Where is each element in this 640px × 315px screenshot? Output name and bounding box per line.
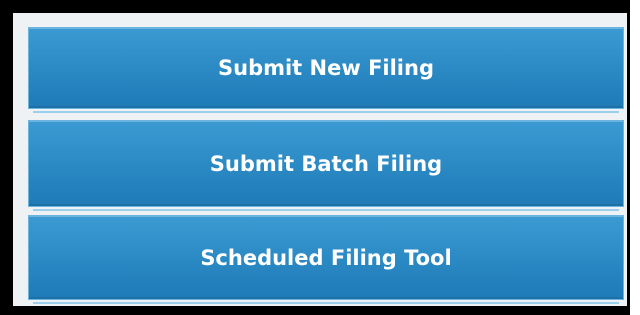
submit-new-filing-label: Submit New Filing [218, 56, 434, 80]
submit-batch-filing-label: Submit Batch Filing [209, 151, 443, 176]
submit-new-filing-button[interactable]: Submit New Filing [28, 27, 624, 113]
window-frame: Submit New Filing Submit Batch Filing Sc… [0, 0, 630, 315]
submit-batch-filing-button[interactable]: Submit Batch Filing [28, 120, 624, 211]
scheduled-filing-tool-label: Scheduled Filing Tool [200, 245, 452, 270]
scheduled-filing-tool-button[interactable]: Scheduled Filing Tool [28, 215, 624, 304]
filing-menu-panel: Submit New Filing Submit Batch Filing Sc… [13, 13, 627, 306]
